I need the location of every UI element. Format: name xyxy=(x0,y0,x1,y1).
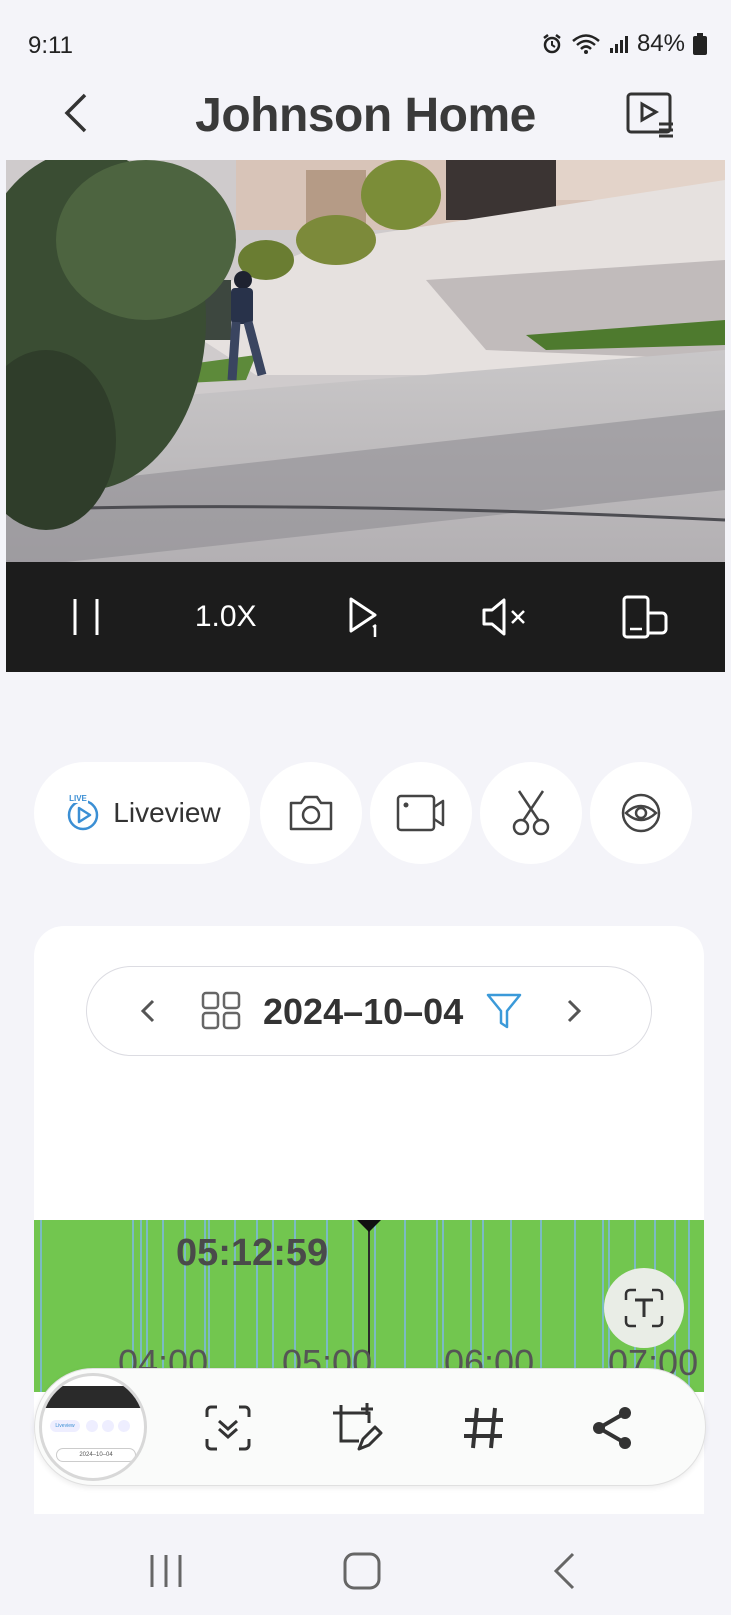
status-time: 9:11 xyxy=(28,32,73,59)
grid-icon xyxy=(201,991,241,1030)
pause-button[interactable] xyxy=(46,587,126,647)
event-marker xyxy=(436,1220,438,1392)
crop-edit-icon xyxy=(333,1403,383,1451)
date-selector: 2024–10–04 xyxy=(86,966,652,1056)
scroll-capture-button[interactable] xyxy=(193,1393,263,1463)
playlist-play-icon xyxy=(626,92,673,138)
battery-text: 84% xyxy=(636,30,685,57)
page-title: Johnson Home xyxy=(195,89,536,142)
share-icon xyxy=(593,1407,631,1449)
timeline-cursor-head xyxy=(357,1220,381,1232)
grid-view-button[interactable] xyxy=(201,991,243,1036)
filter-button[interactable] xyxy=(485,991,523,1036)
liveview-label: Liveview xyxy=(113,797,221,828)
recording-timeline[interactable]: 05:12:59 04:00 05:00 06:00 07:00 xyxy=(34,1220,704,1392)
camera-video-frame[interactable] xyxy=(6,160,725,562)
event-marker xyxy=(540,1220,542,1392)
selected-date[interactable]: 2024–10–04 xyxy=(263,991,463,1033)
video-frame-image xyxy=(6,160,725,562)
playlist-button[interactable] xyxy=(625,90,675,140)
back-nav-button[interactable] xyxy=(534,1546,594,1596)
scroll-capture-icon xyxy=(205,1405,251,1451)
thumbnail-liveview-label: Liveview xyxy=(55,1423,75,1429)
event-marker xyxy=(40,1220,42,1392)
event-marker xyxy=(374,1220,376,1392)
snapshot-button[interactable] xyxy=(260,762,362,864)
phone-screen: 9:11 84% Johnson Home 1.0X LIVE Liveview… xyxy=(6,4,725,1615)
video-record-icon xyxy=(396,794,445,832)
rotate-button[interactable] xyxy=(605,587,685,647)
header: Johnson Home xyxy=(6,66,725,162)
signal-icon xyxy=(609,34,629,54)
pause-icon xyxy=(73,599,99,635)
next-date-button[interactable] xyxy=(563,991,585,1036)
screenshot-thumbnail[interactable]: Liveview 2024–10–04 xyxy=(39,1373,147,1481)
privacy-button[interactable] xyxy=(590,762,692,864)
record-button[interactable] xyxy=(370,762,472,864)
home-button[interactable] xyxy=(332,1546,392,1596)
alarm-icon xyxy=(541,33,563,55)
back-icon xyxy=(553,1552,575,1590)
home-icon xyxy=(343,1552,381,1590)
eye-icon xyxy=(621,793,661,833)
status-bar: 9:11 84% xyxy=(6,4,725,64)
liveview-button[interactable]: LIVE Liveview xyxy=(34,762,250,864)
status-icons: 84% xyxy=(541,30,707,58)
thumbnail-circle xyxy=(102,1420,114,1432)
playback-control-bar: 1.0X xyxy=(6,562,725,672)
timeline-current-time: 05:12:59 xyxy=(176,1232,329,1274)
thumbnail-control-bar xyxy=(42,1386,144,1408)
rotate-device-icon xyxy=(622,595,668,639)
speed-button[interactable]: 1.0X xyxy=(186,587,266,647)
mute-button[interactable] xyxy=(465,587,545,647)
speaker-muted-icon xyxy=(482,598,526,636)
recent-apps-button[interactable] xyxy=(136,1546,196,1596)
screenshot-toolbar: Liveview 2024–10–04 xyxy=(34,1368,706,1486)
play-step-button[interactable] xyxy=(325,587,405,647)
crop-edit-button[interactable] xyxy=(321,1393,391,1463)
thumbnail-circle xyxy=(118,1420,130,1432)
system-nav-bar xyxy=(6,1524,725,1614)
text-scan-icon xyxy=(624,1288,664,1328)
wifi-icon xyxy=(571,33,601,55)
play-step-icon xyxy=(349,597,378,637)
text-scan-button[interactable] xyxy=(604,1268,684,1348)
share-button[interactable] xyxy=(577,1393,647,1463)
camera-icon xyxy=(289,795,333,831)
thumbnail-liveview-pill: Liveview xyxy=(50,1420,80,1432)
thumbnail-circle xyxy=(86,1420,98,1432)
event-marker xyxy=(404,1220,406,1392)
filter-icon xyxy=(486,993,522,1029)
action-row: LIVE Liveview xyxy=(34,762,704,866)
hashtag-button[interactable] xyxy=(449,1393,519,1463)
live-play-icon: LIVE xyxy=(68,793,99,831)
thumbnail-date: 2024–10–04 xyxy=(56,1448,136,1462)
recent-apps-icon xyxy=(150,1555,182,1587)
prev-date-button[interactable] xyxy=(137,991,159,1036)
event-marker xyxy=(574,1220,576,1392)
clip-button[interactable] xyxy=(480,762,582,864)
live-badge: LIVE xyxy=(69,794,87,803)
hashtag-icon xyxy=(464,1407,503,1449)
battery-icon xyxy=(693,33,707,55)
chevron-right-icon xyxy=(567,999,582,1023)
chevron-left-icon xyxy=(140,999,155,1023)
scissors-icon xyxy=(512,790,550,836)
